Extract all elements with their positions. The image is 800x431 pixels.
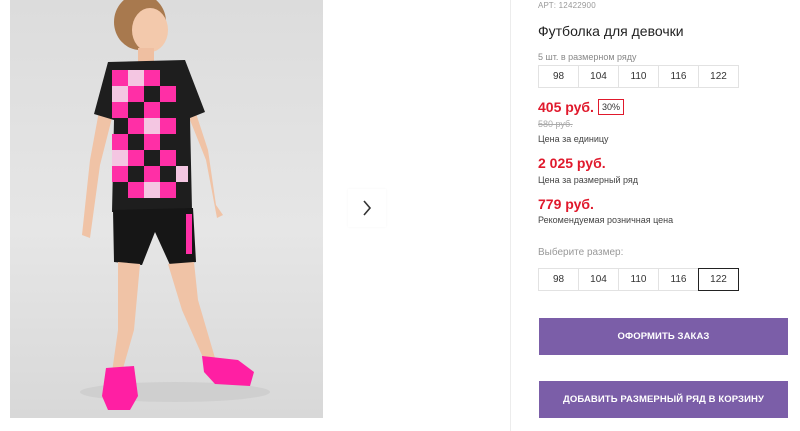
size-option-122[interactable]: 122 xyxy=(698,268,739,291)
set-size-cell: 122 xyxy=(698,65,739,88)
size-option-98[interactable]: 98 xyxy=(538,268,579,291)
retail-price-note: Рекомендуемая розничная цена xyxy=(538,215,674,225)
set-size-cell: 98 xyxy=(538,65,579,88)
set-price-note: Цена за размерный ряд xyxy=(538,175,639,185)
size-option-104[interactable]: 104 xyxy=(578,268,619,291)
old-price: 580 руб. xyxy=(538,119,573,129)
add-set-to-cart-button[interactable]: ДОБАВИТЬ РАЗМЕРНЫЙ РЯД В КОРЗИНУ xyxy=(539,381,788,418)
size-option-116[interactable]: 116 xyxy=(658,268,699,291)
retail-price: 779 руб. xyxy=(538,196,594,212)
unit-price: 405 руб. xyxy=(538,99,594,115)
set-size-cell: 104 xyxy=(578,65,619,88)
size-select-label: Выберите размер: xyxy=(538,247,624,258)
panel-divider xyxy=(510,0,511,431)
set-count-label: 5 шт. в размерном ряду xyxy=(538,52,637,62)
set-size-row: 98 104 110 116 122 xyxy=(538,65,739,88)
size-option-110[interactable]: 110 xyxy=(618,268,659,291)
product-photo xyxy=(10,0,323,418)
size-picker: 98 104 110 116 122 xyxy=(538,268,739,291)
product-title: Футболка для девочки xyxy=(538,23,684,39)
unit-price-block: 405 руб. 30% xyxy=(538,99,624,115)
set-price: 2 025 руб. xyxy=(538,155,606,171)
article-number: АРТ: 12422900 xyxy=(538,1,596,10)
set-size-cell: 110 xyxy=(618,65,659,88)
discount-badge: 30% xyxy=(597,99,624,115)
girl-illustration xyxy=(80,0,270,410)
set-size-cell: 116 xyxy=(658,65,699,88)
gallery-next-button[interactable] xyxy=(348,189,386,227)
order-button[interactable]: ОФОРМИТЬ ЗАКАЗ xyxy=(539,318,788,355)
chevron-right-icon xyxy=(363,200,372,216)
unit-price-note: Цена за единицу xyxy=(538,134,609,144)
